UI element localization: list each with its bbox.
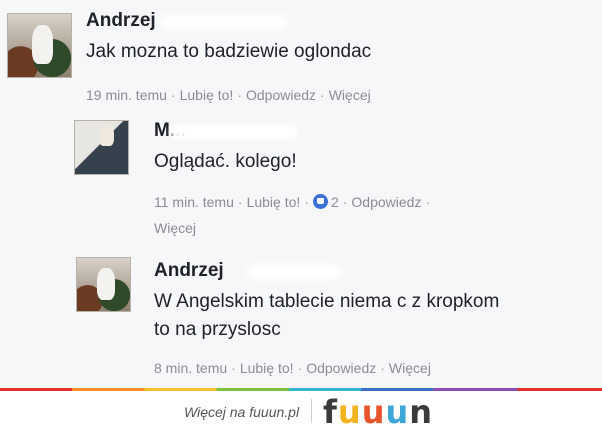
watermark-footer: Więcej na fuuun.pl fuuun — [0, 391, 602, 435]
like-link[interactable]: Lubię to! — [180, 87, 234, 103]
comment-text-line-1: W Angelskim tablecie niema c z kropkom — [154, 291, 500, 312]
like-reaction-icon — [312, 194, 328, 209]
logo-letter: u — [337, 393, 362, 431]
avatar[interactable] — [76, 257, 131, 312]
comment-author[interactable]: Andrzej — [154, 260, 224, 282]
footer-divider — [311, 399, 312, 423]
like-link[interactable]: Lubię to! — [240, 360, 294, 376]
timestamp[interactable]: 8 min. temu — [154, 360, 227, 376]
author-name[interactable]: Andrzej — [154, 260, 224, 281]
reply-link[interactable]: Odpowiedz — [306, 360, 376, 376]
comment-meta: 11 min. temu · Lubię to! · 2 · Odpowiedz · — [154, 194, 431, 210]
footer-more-text[interactable]: Więcej na fuuun.pl — [184, 404, 299, 420]
comment-thread: Andrzej Jak mozna to badziewie oglondac … — [0, 0, 602, 392]
timestamp[interactable]: 19 min. temu — [86, 87, 167, 103]
comment-meta: 19 min. temu · Lubię to! · Odpowiedz · Więcej — [86, 87, 371, 103]
logo-letter: u — [385, 393, 410, 431]
more-link[interactable]: Więcej — [389, 360, 431, 376]
like-link[interactable]: Lubię to! — [247, 194, 301, 210]
more-link[interactable]: Więcej — [329, 87, 371, 103]
comment-text: Jak mozna to badziewie oglondac — [86, 41, 372, 62]
redacted-name — [160, 14, 288, 30]
logo-letter: n — [409, 393, 434, 431]
redacted-name — [246, 264, 342, 280]
logo-letter: u — [361, 393, 386, 431]
reply-comment: Andrzej W Angelskim tablecie niema c z k… — [0, 250, 602, 390]
timestamp[interactable]: 11 min. temu — [154, 194, 234, 210]
avatar[interactable] — [74, 120, 129, 175]
comment-author[interactable]: Andrzej — [86, 10, 156, 32]
fuuun-logo[interactable]: fuuun — [323, 393, 433, 431]
reply-link[interactable]: Odpowiedz — [351, 194, 421, 210]
author-name[interactable]: Andrzej — [86, 10, 156, 31]
redacted-name — [170, 124, 298, 140]
logo-letter: f — [323, 393, 338, 431]
avatar[interactable] — [7, 13, 72, 78]
comment: Andrzej Jak mozna to badziewie oglondac … — [0, 0, 602, 110]
comment-meta-wrap: Więcej — [154, 216, 196, 240]
reaction-count[interactable]: 2 — [312, 194, 339, 210]
comment-text-line-2: to na przyslosc — [154, 319, 281, 340]
reaction-number: 2 — [330, 194, 339, 210]
reply-comment: M... Oglądać. kolego! 11 min. temu·Lubię… — [0, 110, 602, 250]
reply-link[interactable]: Odpowiedz — [246, 87, 316, 103]
more-link[interactable]: Więcej — [154, 220, 196, 236]
comment-meta: 8 min. temu · Lubię to! · Odpowiedz · Więcej — [154, 360, 431, 376]
comment-text: Oglądać. kolego! — [154, 151, 297, 172]
